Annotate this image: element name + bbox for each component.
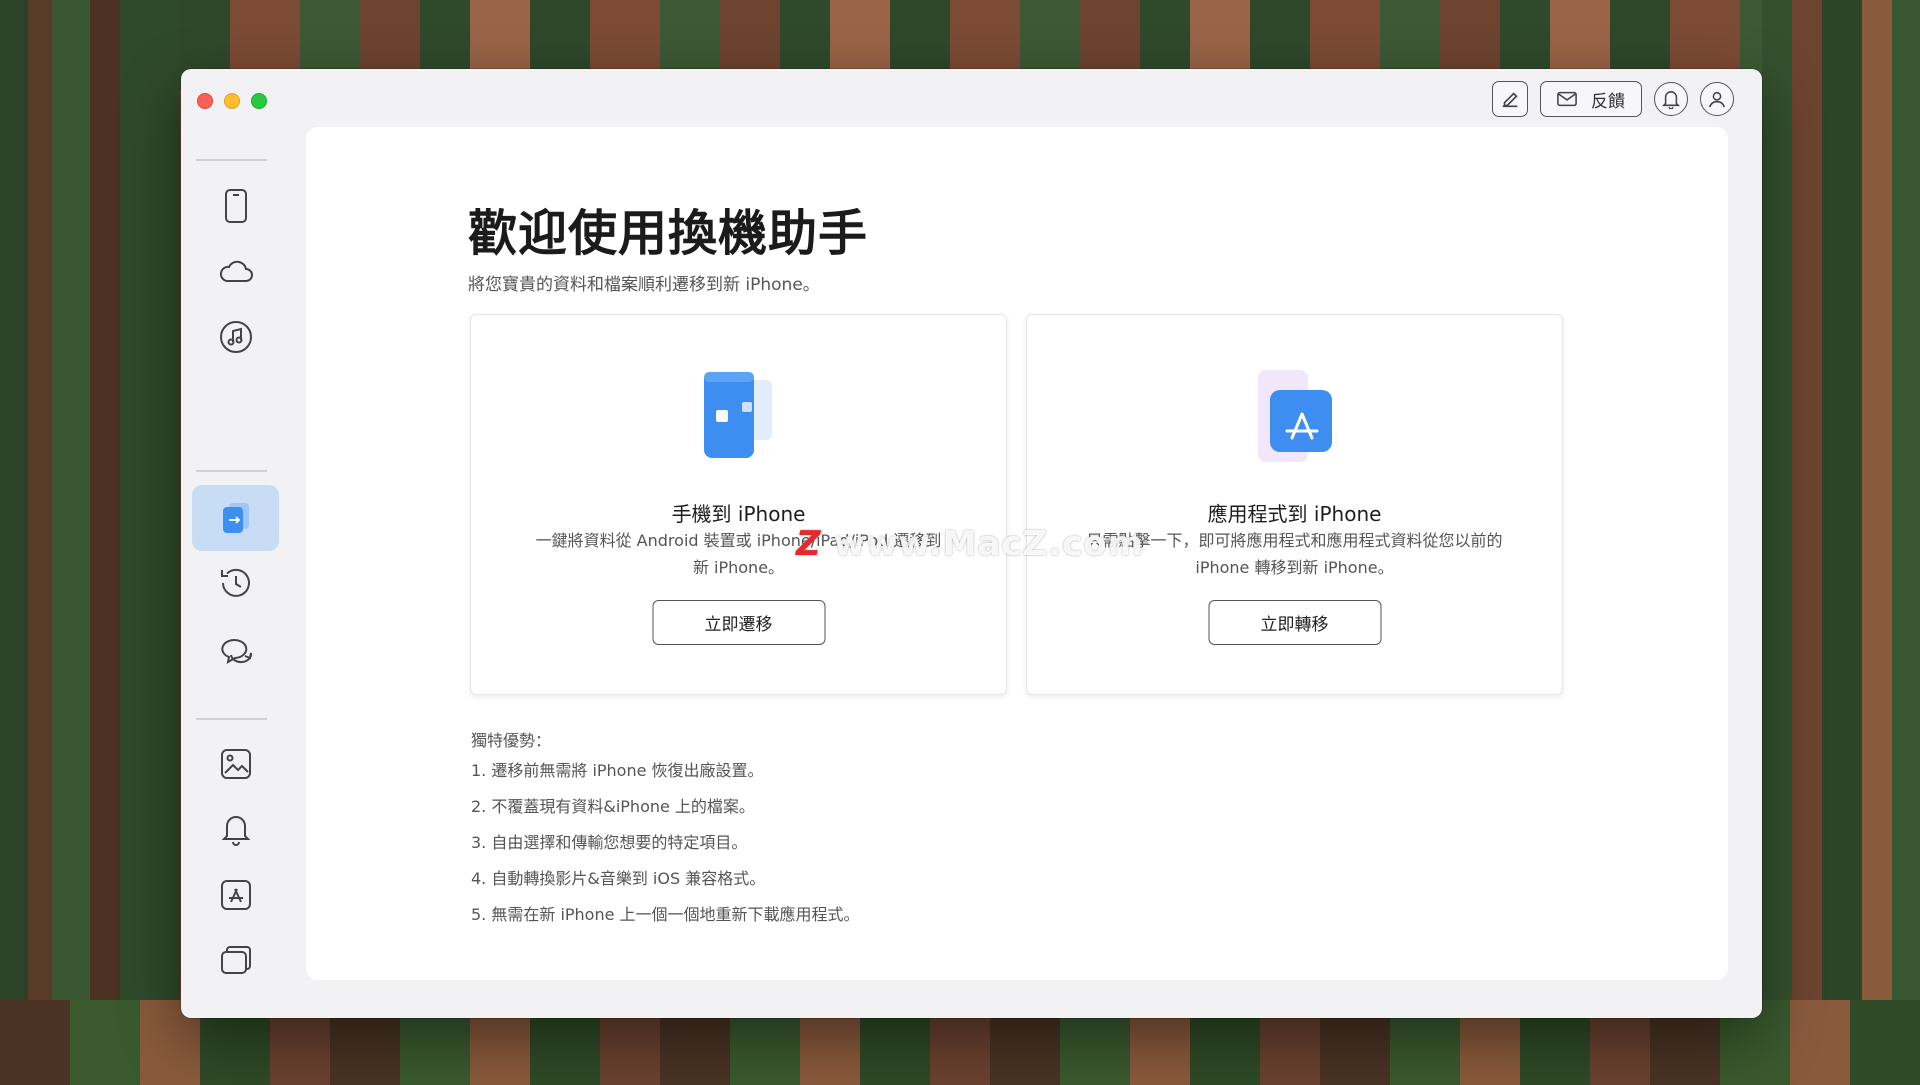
page-subtitle: 將您寶貴的資料和檔案順利遷移到新 iPhone。 [468,275,820,295]
sidebar-item-app-store[interactable] [192,862,279,928]
list-item: 2. 不覆蓋現有資料&iPhone 上的檔案。 [471,797,755,816]
phone-icon [224,189,247,223]
mail-icon [1557,91,1577,107]
advantages-list: 1. 遷移前無需將 iPhone 恢復出廠設置。 2. 不覆蓋現有資料&iPho… [471,759,860,939]
list-item: 5. 無需在新 iPhone 上一個一個地重新下載應用程式。 [471,905,860,924]
feedback-label: 反饋 [1591,91,1625,112]
sidebar-item-ringtone[interactable] [192,796,279,862]
sidebar-item-screen-mirror[interactable] [192,927,279,993]
transfer-icon [222,503,249,533]
phone-to-iphone-card: 手機到 iPhone 一鍵將資料從 Android 裝置或 iPhone/iPa… [470,314,1007,695]
sidebar-item-icloud[interactable] [192,238,279,304]
account-button[interactable] [1700,82,1734,116]
feedback-button[interactable]: 反饋 [1540,81,1642,117]
sidebar-item-photo-converter[interactable] [192,731,279,797]
app-window: 反饋 歡迎使用換機助手 將您寶貴的資料和檔案順利遷移到新 iPhone。 手機到… [181,69,1762,1018]
app-to-iphone-card: 應用程式到 iPhone 只需點擊一下，即可將應用程式和應用程式資料從您以前的 … [1026,314,1563,695]
phone-transfer-icon [703,372,772,458]
pencil-icon [1502,92,1518,108]
wallpaper-left [0,0,180,1085]
card-description: 一鍵將資料從 Android 裝置或 iPhone/iPad/iPod 遷移到 … [535,531,942,577]
music-icon [219,321,252,353]
sidebar-divider [196,159,267,161]
window-icon [220,946,251,974]
advantages-title: 獨特優勢： [471,731,552,750]
card-description: 只需點擊一下，即可將應用程式和應用程式資料從您以前的 iPhone 轉移到新 i… [1086,531,1503,577]
notifications-button[interactable] [1654,82,1688,116]
appstore-icon [220,880,251,910]
sidebar-item-backup-history[interactable] [192,550,279,616]
photo-convert-icon [220,749,251,779]
main-panel: 歡迎使用換機助手 將您寶貴的資料和檔案順利遷移到新 iPhone。 手機到 iP… [306,127,1728,980]
sidebar-item-messages[interactable] [192,615,279,681]
top-toolbar: 反饋 [1492,81,1734,117]
cloud-icon [219,260,253,282]
minimize-window-button[interactable] [224,93,240,109]
sidebar-divider [196,718,267,720]
wallpaper-right [1762,0,1920,1085]
page-title: 歡迎使用換機助手 [468,205,869,262]
sidebar-divider [196,470,267,472]
history-icon [220,568,250,597]
close-window-button[interactable] [197,93,213,109]
sidebar [181,159,301,1018]
transfer-now-button[interactable]: 立即轉移 [1208,600,1381,645]
chat-icon [220,639,252,664]
window-controls [197,93,267,109]
list-item: 3. 自由選擇和傳輸您想要的特定項目。 [471,833,748,852]
bell-icon [221,816,250,846]
sidebar-item-itunes[interactable] [192,304,279,370]
list-item: 1. 遷移前無需將 iPhone 恢復出廠設置。 [471,761,764,780]
card-title: 手機到 iPhone [671,502,806,526]
card-title: 應用程式到 iPhone [1207,502,1382,526]
user-icon [1709,91,1725,108]
app-transfer-icon [1257,370,1332,462]
list-item: 4. 自動轉換影片&音樂到 iOS 兼容格式。 [471,869,766,888]
edit-button[interactable] [1492,81,1528,117]
migrate-now-button[interactable]: 立即遷移 [652,600,825,645]
sidebar-item-phone-switcher[interactable] [192,485,279,551]
zoom-window-button[interactable] [251,93,267,109]
bell-icon [1662,91,1680,109]
sidebar-item-device[interactable] [192,173,279,239]
